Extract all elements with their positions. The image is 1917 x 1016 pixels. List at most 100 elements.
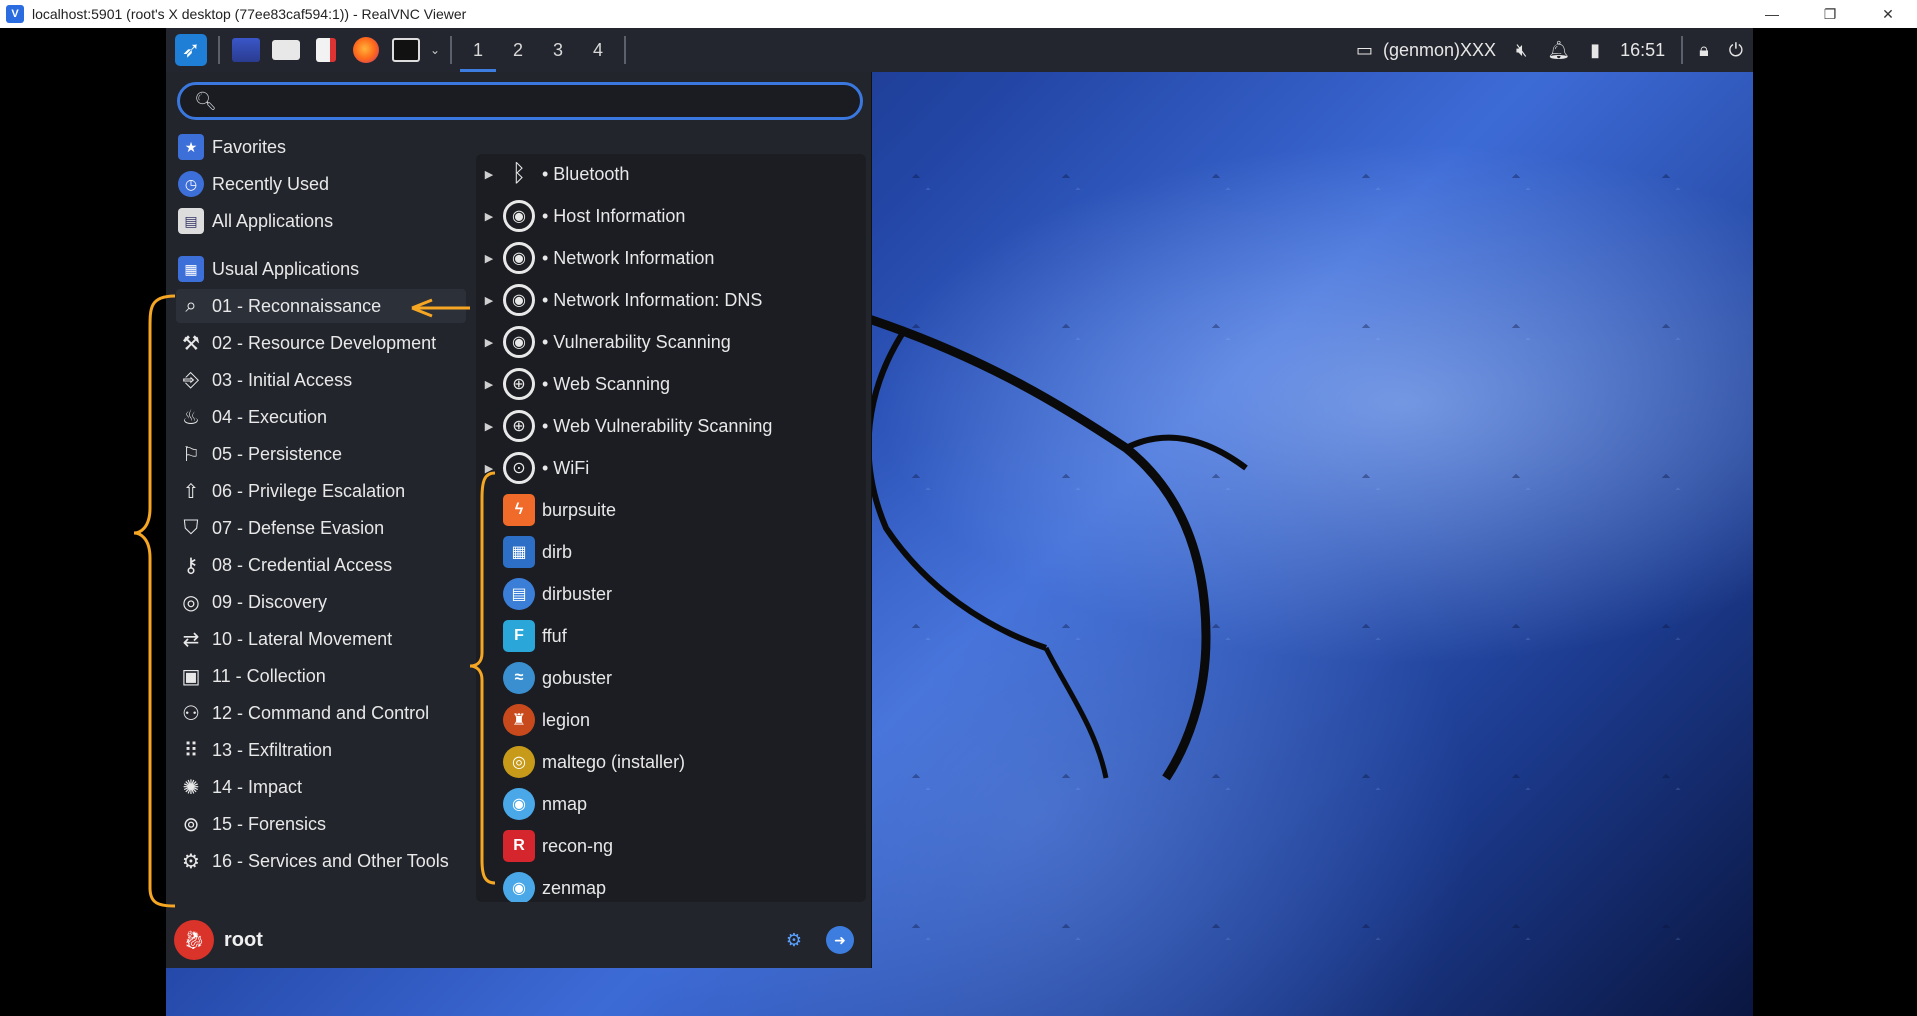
- application-menu: 🔍︎ ★ Favorites ◷ Recently Used ▤ All Applic…: [166, 72, 872, 968]
- category-discovery[interactable]: ◎ 09 - Discovery: [176, 585, 466, 619]
- close-button[interactable]: ✕: [1859, 0, 1917, 28]
- footer-actions: ⚙ ➜: [780, 926, 854, 954]
- category-usual-applications[interactable]: ▦ Usual Applications: [176, 252, 466, 286]
- submenu-network-information-dns[interactable]: ▶ ◉ • Network Information: DNS: [476, 280, 866, 320]
- app-ffuf[interactable]: Fffuf: [476, 616, 866, 656]
- logout-icon[interactable]: ⏻: [1719, 28, 1753, 72]
- expand-arrow-icon: ▶: [484, 294, 494, 307]
- volume-muted-icon[interactable]: 🔇︎: [1506, 28, 1537, 72]
- app-legion[interactable]: ♜ legion: [476, 700, 866, 740]
- category-label: 02 - Resource Development: [212, 332, 437, 353]
- category-label: 06 - Privilege Escalation: [212, 480, 406, 501]
- category-execution[interactable]: ♨ 04 - Execution: [176, 400, 466, 434]
- app-recon-ng[interactable]: Rrecon-ng: [476, 826, 866, 866]
- category-privilege-escalation[interactable]: ⇧ 06 - Privilege Escalation: [176, 474, 466, 508]
- burpsuite-icon: ϟ: [502, 493, 536, 527]
- username: root: [224, 928, 263, 951]
- terminal-icon: [392, 38, 420, 62]
- category-impact[interactable]: ✺ 14 - Impact: [176, 770, 466, 804]
- category-credential-access[interactable]: ⚷ 08 - Credential Access: [176, 548, 466, 582]
- workspace-2[interactable]: 2: [498, 28, 538, 72]
- panel-separator: [1681, 36, 1684, 64]
- settings-manager-icon[interactable]: ⚙: [780, 926, 808, 954]
- category-command-and-control[interactable]: ⚇ 12 - Command and Control: [176, 696, 466, 730]
- app-label: legion: [542, 709, 591, 730]
- category-all-applications[interactable]: ▤ All Applications: [176, 204, 466, 238]
- submenu-web-scanning[interactable]: ▶ ⊕ • Web Scanning: [476, 364, 866, 404]
- clock[interactable]: 16:51: [1610, 28, 1675, 72]
- category-forensics[interactable]: ⊚ 15 - Forensics: [176, 807, 466, 841]
- text-editor-icon: [316, 38, 336, 62]
- category-label: 11 - Collection: [212, 665, 326, 686]
- app-label: nmap: [542, 793, 588, 814]
- runner-icon: ⚐: [182, 443, 200, 466]
- magnifier-icon: ◉: [502, 199, 536, 233]
- app-gobuster[interactable]: ≈ gobuster: [476, 658, 866, 698]
- realvnc-logo-icon: V: [6, 5, 24, 23]
- switch-user-icon[interactable]: ➜: [826, 926, 854, 954]
- app-label: • WiFi: [542, 457, 590, 478]
- category-label: 15 - Forensics: [212, 813, 327, 834]
- hammer-icon: ⚒: [182, 332, 200, 355]
- category-favorites[interactable]: ★ Favorites: [176, 130, 466, 164]
- category-label: 12 - Command and Control: [212, 702, 430, 723]
- category-label: 14 - Impact: [212, 776, 303, 797]
- expand-arrow-icon: ▶: [484, 336, 494, 349]
- app-zenmap[interactable]: ◉ zenmap: [476, 868, 866, 902]
- category-label: Usual Applications: [212, 258, 360, 279]
- display-icon[interactable]: ▭: [1346, 28, 1383, 72]
- file-manager-button[interactable]: [266, 28, 306, 72]
- app-maltego[interactable]: ◎ maltego (installer): [476, 742, 866, 782]
- star-folder-icon: ★: [176, 132, 206, 162]
- legion-icon: ♜: [502, 703, 536, 737]
- workspace-3[interactable]: 3: [538, 28, 578, 72]
- submenu-wifi[interactable]: ▶ ⊙ • WiFi: [476, 448, 866, 488]
- search-input[interactable]: [224, 90, 825, 112]
- category-lateral-movement[interactable]: ⇄ 10 - Lateral Movement: [176, 622, 466, 656]
- window-title: localhost:5901 (root's X desktop (77ee83…: [32, 6, 467, 22]
- app-dirbuster[interactable]: ▤ dirbuster: [476, 574, 866, 614]
- category-reconnaissance[interactable]: ⌕ 01 - Reconnaissance: [176, 289, 466, 323]
- arrow-up-icon: ⇧: [182, 480, 200, 503]
- dirb-icon: ▦: [502, 535, 536, 569]
- app-label: dirb: [542, 541, 573, 562]
- category-resource-development[interactable]: ⚒ 02 - Resource Development: [176, 326, 466, 360]
- category-persistence[interactable]: ⚐ 05 - Persistence: [176, 437, 466, 471]
- workspace-1[interactable]: 1: [458, 28, 498, 72]
- firefox-button[interactable]: [346, 28, 386, 72]
- terminal-dropdown-icon[interactable]: ⌄: [426, 28, 444, 72]
- submenu-network-information[interactable]: ▶ ◉ • Network Information: [476, 238, 866, 278]
- maximize-button[interactable]: ❐: [1801, 0, 1859, 28]
- category-exfiltration[interactable]: ⠿ 13 - Exfiltration: [176, 733, 466, 767]
- search-icon: 🔍︎: [194, 90, 217, 111]
- swap-icon: ⇄: [182, 628, 200, 651]
- category-recently-used[interactable]: ◷ Recently Used: [176, 167, 466, 201]
- firefox-icon: [353, 37, 379, 63]
- category-label: 05 - Persistence: [212, 443, 343, 464]
- category-services-and-other-tools[interactable]: ⚙ 16 - Services and Other Tools: [176, 844, 466, 878]
- lock-icon[interactable]: 🔒︎: [1689, 28, 1719, 72]
- panel-separator: [450, 36, 452, 64]
- show-desktop-button[interactable]: [226, 28, 266, 72]
- text-editor-button[interactable]: [306, 28, 346, 72]
- submenu-web-vulnerability-scanning[interactable]: ▶ ⊕ • Web Vulnerability Scanning: [476, 406, 866, 446]
- submenu-vulnerability-scanning[interactable]: ▶ ◉ • Vulnerability Scanning: [476, 322, 866, 362]
- workspace-4[interactable]: 4: [578, 28, 618, 72]
- battery-icon[interactable]: ▮: [1580, 28, 1610, 72]
- category-initial-access[interactable]: ⎆ 03 - Initial Access: [176, 363, 466, 397]
- blast-icon: ✺: [182, 776, 200, 799]
- terminal-button[interactable]: [386, 28, 426, 72]
- notification-bell-icon[interactable]: 🔔︎: [1537, 28, 1580, 72]
- minimize-button[interactable]: —: [1743, 0, 1801, 28]
- submenu-bluetooth[interactable]: ▶ ᛒ • Bluetooth: [476, 154, 866, 194]
- app-burpsuite[interactable]: ϟ burpsuite: [476, 490, 866, 530]
- submenu-host-information[interactable]: ▶ ◉ • Host Information: [476, 196, 866, 236]
- kali-menu-button[interactable]: ➶: [170, 28, 212, 72]
- app-nmap[interactable]: ◉ nmap: [476, 784, 866, 824]
- menu-search-box[interactable]: 🔍︎: [177, 82, 863, 120]
- app-dirb[interactable]: ▦ dirb: [476, 532, 866, 572]
- genmon-label[interactable]: (genmon)XXX: [1383, 28, 1506, 72]
- category-defense-evasion[interactable]: ⛉ 07 - Defense Evasion: [176, 511, 466, 545]
- category-collection[interactable]: ▣ 11 - Collection: [176, 659, 466, 693]
- top-panel: ➶ ⌄ 1 2 3 4 ▭ (genmon)XXX 🔇︎ 🔔︎ ▮ 16:51 …: [166, 28, 1753, 72]
